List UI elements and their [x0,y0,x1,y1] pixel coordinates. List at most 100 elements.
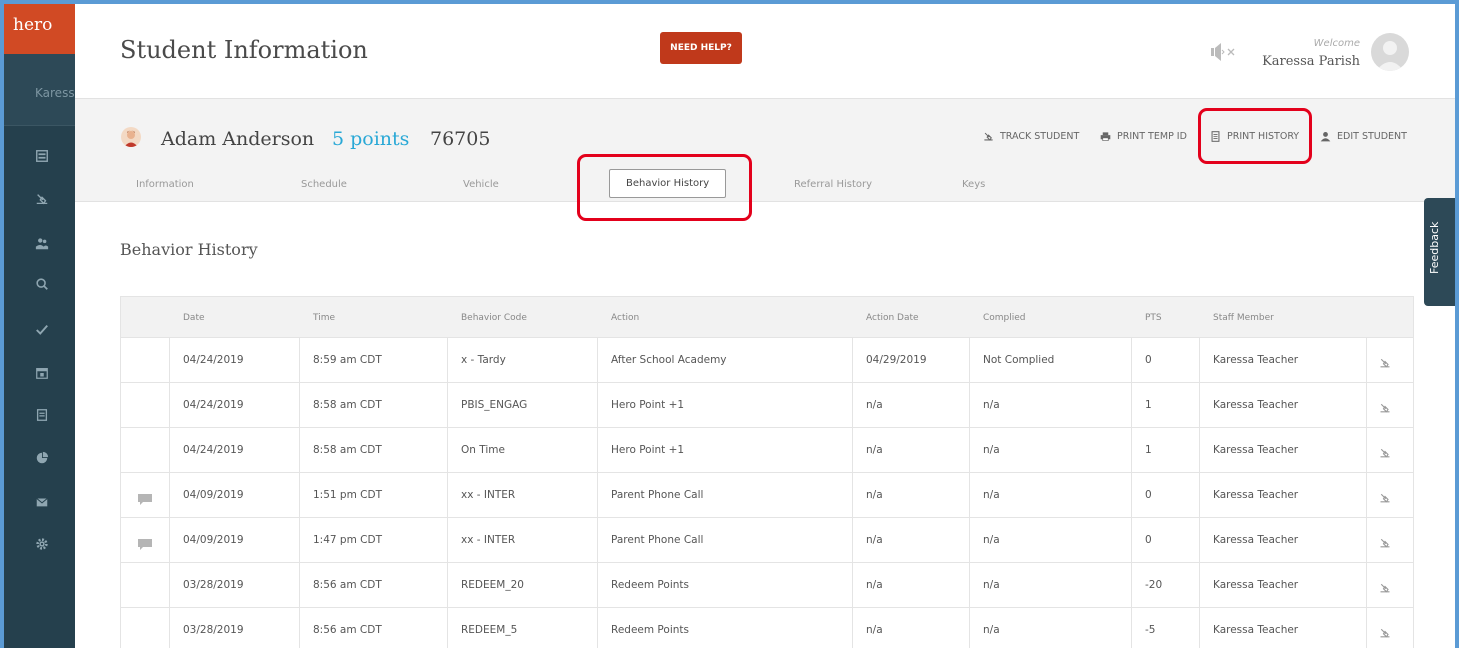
cell-action-date: n/a [866,624,883,636]
cell-action: Redeem Points [611,624,689,636]
settings-icon[interactable] [34,536,50,552]
username[interactable]: Karessa Parish [1225,54,1360,69]
comment-icon[interactable] [137,535,153,550]
sidebar: hero Karessa [4,4,75,648]
cell-action-date: n/a [866,579,883,591]
tab-referral-history[interactable]: Referral History [794,179,872,190]
cell-action: Parent Phone Call [611,489,704,501]
track-student-button[interactable]: TRACK STUDENT [983,131,1079,142]
logo[interactable]: hero [4,4,75,54]
column-header-complied[interactable]: Complied [983,313,1026,323]
column-divider [1366,608,1367,648]
cell-time: 8:56 am CDT [313,579,382,591]
check-icon[interactable] [34,322,50,338]
feedback-tab[interactable]: Feedback [1424,198,1455,306]
table-row[interactable]: 03/28/2019 8:56 am CDT REDEEM_20 Redeem Poi… [120,563,1414,608]
column-divider [447,473,448,517]
column-header-action[interactable]: Action [611,313,639,323]
column-divider [852,338,853,382]
column-divider [1199,563,1200,607]
track-icon[interactable] [34,191,50,207]
cell-staff-member: Karessa Teacher [1213,624,1299,636]
cell-action-date: n/a [866,399,883,411]
cell-pts: -20 [1145,579,1163,591]
column-header-action-date[interactable]: Action Date [866,313,919,323]
column-divider [969,473,970,517]
edit-row-icon[interactable] [1379,399,1391,413]
column-header-behavior-code[interactable]: Behavior Code [461,313,527,323]
column-divider [597,563,598,607]
table-row[interactable]: 03/28/2019 8:56 am CDT REDEEM_5 Redeem Poin… [120,608,1414,648]
column-header-time[interactable]: Time [313,313,335,323]
column-divider [852,608,853,648]
cell-date: 04/24/2019 [183,444,244,456]
column-divider [852,473,853,517]
user-avatar[interactable] [1371,33,1409,71]
table-row[interactable]: 04/09/2019 1:47 pm CDT xx - INTER Parent Ph… [120,518,1414,563]
column-divider [1131,608,1132,648]
cell-action-date: n/a [866,534,883,546]
cell-complied: n/a [983,534,1000,546]
report-icon[interactable] [34,407,50,423]
column-divider [299,518,300,562]
dashboard-icon[interactable] [34,148,50,164]
calendar-icon[interactable] [34,365,50,381]
column-divider [1199,383,1200,427]
column-divider [447,338,448,382]
edit-row-icon[interactable] [1379,534,1391,548]
edit-row-icon[interactable] [1379,444,1391,458]
comment-icon[interactable] [137,490,153,505]
column-divider [852,383,853,427]
cell-staff-member: Karessa Teacher [1213,354,1299,366]
edit-row-icon[interactable] [1379,489,1391,503]
student-avatar [121,127,141,147]
table-row[interactable]: 04/24/2019 8:58 am CDT PBIS_ENGAG Hero Poin… [120,383,1414,428]
cell-action: Redeem Points [611,579,689,591]
welcome-label: Welcome [1313,38,1360,49]
table-row[interactable]: 04/24/2019 8:59 am CDT x - Tardy After Scho… [120,338,1414,383]
column-divider [299,608,300,648]
column-divider [1131,518,1132,562]
column-divider [1131,473,1132,517]
table-header: Date Time Behavior Code Action Action Da… [120,296,1414,338]
pie-chart-icon[interactable] [34,450,50,466]
cell-pts: 0 [1145,534,1152,546]
edit-row-icon[interactable] [1379,354,1391,368]
sidebar-user-name[interactable]: Karessa [4,54,75,126]
column-divider [1199,338,1200,382]
edit-student-button[interactable]: EDIT STUDENT [1320,131,1407,142]
column-divider [1366,338,1367,382]
tab-information[interactable]: Information [136,179,194,190]
cell-date: 03/28/2019 [183,624,244,636]
students-icon[interactable] [34,236,50,252]
cell-behavior-code: REDEEM_20 [461,579,524,591]
table-row[interactable]: 04/24/2019 8:58 am CDT On Time Hero Point +… [120,428,1414,473]
column-divider [597,608,598,648]
cell-pts: 1 [1145,399,1152,411]
column-header-staff-member[interactable]: Staff Member [1213,313,1274,323]
table-row[interactable]: 04/09/2019 1:51 pm CDT xx - INTER Parent Ph… [120,473,1414,518]
need-help-button[interactable]: NEED HELP? [660,32,742,64]
mail-icon[interactable] [34,494,50,510]
edit-row-icon[interactable] [1379,579,1391,593]
tab-keys[interactable]: Keys [962,179,985,190]
column-divider [1366,383,1367,427]
column-header-date[interactable]: Date [183,313,205,323]
cell-date: 03/28/2019 [183,579,244,591]
cell-action: Hero Point +1 [611,444,685,456]
edit-row-icon[interactable] [1379,624,1391,638]
tab-schedule[interactable]: Schedule [301,179,347,190]
search-icon[interactable] [34,276,50,292]
print-temp-id-button[interactable]: PRINT TEMP ID [1100,131,1187,142]
tab-vehicle[interactable]: Vehicle [463,179,499,190]
feedback-label: Feedback [1428,221,1441,274]
column-divider [597,518,598,562]
track-student-label: TRACK STUDENT [1000,131,1080,142]
column-divider [597,383,598,427]
cell-action: After School Academy [611,354,727,366]
column-divider [169,428,170,472]
column-divider [299,428,300,472]
column-header-pts[interactable]: PTS [1145,313,1162,323]
cell-time: 1:51 pm CDT [313,489,382,501]
cell-behavior-code: xx - INTER [461,534,516,546]
